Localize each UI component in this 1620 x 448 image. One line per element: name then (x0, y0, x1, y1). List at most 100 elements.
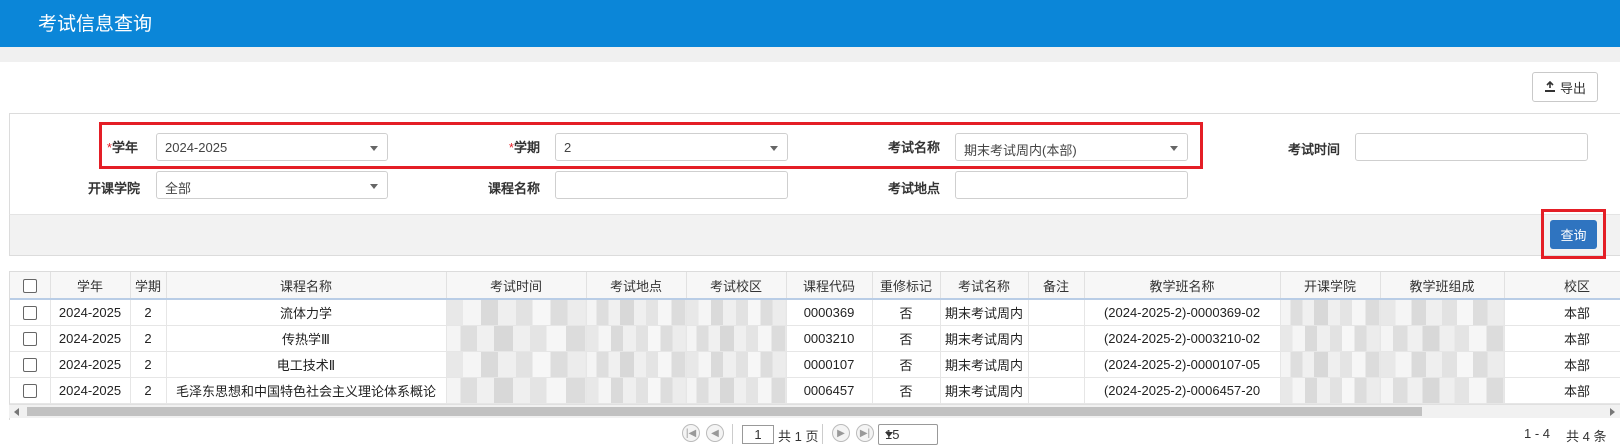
page-number-input[interactable]: 1 (742, 425, 774, 444)
scrollbar-thumb[interactable] (27, 407, 1422, 416)
cell-retake: 否 (872, 299, 941, 326)
cell-class: (2024-2025-2)-0006457-20 (1084, 377, 1281, 404)
col-header[interactable]: 学年 (50, 272, 131, 300)
redacted-cell (586, 325, 687, 352)
col-header[interactable]: 课程代码 (786, 272, 873, 300)
exam-time-label: 考试时间 (1287, 142, 1340, 157)
redacted-cell (686, 299, 787, 326)
app-header: 考试信息查询 (0, 0, 1620, 47)
exam-place-label: 考试地点 (887, 181, 940, 196)
row-checkbox[interactable] (10, 377, 51, 404)
header-spacer (0, 47, 1620, 62)
table-row[interactable]: 2024-2025 2 电工技术Ⅱ 0000107 否 期末考试周内 (2024… (10, 351, 1620, 378)
cell-campus: 本部 (1504, 299, 1620, 326)
chevron-down-icon (370, 184, 378, 189)
redacted-cell (1280, 377, 1381, 404)
col-header[interactable]: 教学班组成 (1380, 272, 1505, 300)
scroll-left-icon[interactable] (14, 408, 19, 416)
scroll-right-icon[interactable] (1610, 408, 1615, 416)
row-checkbox[interactable] (10, 299, 51, 326)
export-label: 导出 (1559, 80, 1586, 96)
course-name-input[interactable] (555, 171, 788, 199)
redacted-cell (1280, 351, 1381, 378)
col-header[interactable]: 学期 (130, 272, 167, 300)
col-header[interactable]: 校区 (1504, 272, 1620, 300)
cell-campus: 本部 (1504, 351, 1620, 378)
pager-divider (732, 424, 733, 444)
col-header[interactable]: 备注 (1028, 272, 1085, 300)
prev-page-icon[interactable]: ◀ (706, 424, 724, 442)
col-header[interactable]: 考试地点 (586, 272, 687, 300)
col-header[interactable]: 教学班名称 (1084, 272, 1281, 300)
exam-place-input[interactable] (955, 171, 1188, 199)
cell-term: 2 (130, 377, 167, 404)
cell-course: 传热学Ⅲ (166, 325, 447, 352)
redacted-cell (1380, 299, 1505, 326)
cell-class: (2024-2025-2)-0000369-02 (1084, 299, 1281, 326)
cell-term: 2 (130, 299, 167, 326)
cell-year: 2024-2025 (50, 377, 131, 404)
row-checkbox[interactable] (10, 325, 51, 352)
cell-course: 电工技术Ⅱ (166, 351, 447, 378)
range-text: 1 - 4 (1524, 426, 1551, 441)
select-all-checkbox[interactable] (10, 272, 51, 300)
row-checkbox[interactable] (10, 351, 51, 378)
chevron-down-icon (885, 432, 893, 437)
table-header-row: 学年 学期 课程名称 考试时间 考试地点 考试校区 课程代码 重修标记 考试名称… (10, 272, 1620, 300)
cell-code: 0000369 (786, 299, 873, 326)
exam-time-input[interactable] (1355, 133, 1588, 161)
page-title: 考试信息查询 (38, 14, 153, 35)
cell-code: 0003210 (786, 325, 873, 352)
redacted-cell (1380, 325, 1505, 352)
col-header[interactable]: 考试名称 (940, 272, 1029, 300)
cell-term: 2 (130, 351, 167, 378)
redacted-cell (446, 377, 587, 404)
col-header[interactable]: 考试校区 (686, 272, 787, 300)
col-header[interactable]: 考试时间 (446, 272, 587, 300)
table-row[interactable]: 2024-2025 2 流体力学 0000369 否 期末考试周内 (2024-… (10, 299, 1620, 326)
cell-year: 2024-2025 (50, 325, 131, 352)
cell-code: 0006457 (786, 377, 873, 404)
redacted-cell (1380, 351, 1505, 378)
col-header[interactable]: 开课学院 (1280, 272, 1381, 300)
cell-year: 2024-2025 (50, 351, 131, 378)
redacted-cell (686, 351, 787, 378)
college-select[interactable]: 全部 (156, 171, 388, 199)
table-row[interactable]: 2024-2025 2 毛泽东思想和中国特色社会主义理论体系概论 0006457… (10, 377, 1620, 404)
cell-note (1028, 351, 1085, 378)
cell-class: (2024-2025-2)-0000107-05 (1084, 351, 1281, 378)
cell-campus: 本部 (1504, 377, 1620, 404)
cell-note (1028, 325, 1085, 352)
redacted-cell (1280, 299, 1381, 326)
redacted-cell (586, 299, 687, 326)
redacted-cell (446, 299, 587, 326)
export-icon (1544, 80, 1556, 93)
redacted-cell (686, 377, 787, 404)
cell-class: (2024-2025-2)-0003210-02 (1084, 325, 1281, 352)
horizontal-scrollbar[interactable] (9, 404, 1620, 418)
table-row[interactable]: 2024-2025 2 传热学Ⅲ 0003210 否 期末考试周内 (2024-… (10, 325, 1620, 352)
cell-campus: 本部 (1504, 325, 1620, 352)
next-page-icon[interactable]: ▶ (832, 424, 850, 442)
cell-retake: 否 (872, 351, 941, 378)
cell-retake: 否 (872, 325, 941, 352)
pagination-bar: |◀ ◀ 1 共 1 页 ▶ ▶| 15 1 - 4 共 4 条 (0, 420, 1620, 448)
cell-year: 2024-2025 (50, 299, 131, 326)
export-button[interactable]: 导出 (1532, 72, 1598, 102)
cell-retake: 否 (872, 377, 941, 404)
cell-code: 0000107 (786, 351, 873, 378)
highlight-box-filters (99, 122, 1203, 169)
redacted-cell (446, 325, 587, 352)
cell-term: 2 (130, 325, 167, 352)
first-page-icon[interactable]: |◀ (682, 424, 700, 442)
action-bar (9, 214, 1620, 256)
col-header[interactable]: 重修标记 (872, 272, 941, 300)
results-table: 学年 学期 课程名称 考试时间 考试地点 考试校区 课程代码 重修标记 考试名称… (9, 271, 1620, 420)
last-page-icon[interactable]: ▶| (856, 424, 874, 442)
total-records-text: 共 4 条 (1566, 429, 1607, 444)
redacted-cell (586, 377, 687, 404)
col-header[interactable]: 课程名称 (166, 272, 447, 300)
total-pages-text: 共 1 页 (778, 429, 819, 444)
redacted-cell (1380, 377, 1505, 404)
page-size-select[interactable]: 15 (878, 424, 938, 445)
